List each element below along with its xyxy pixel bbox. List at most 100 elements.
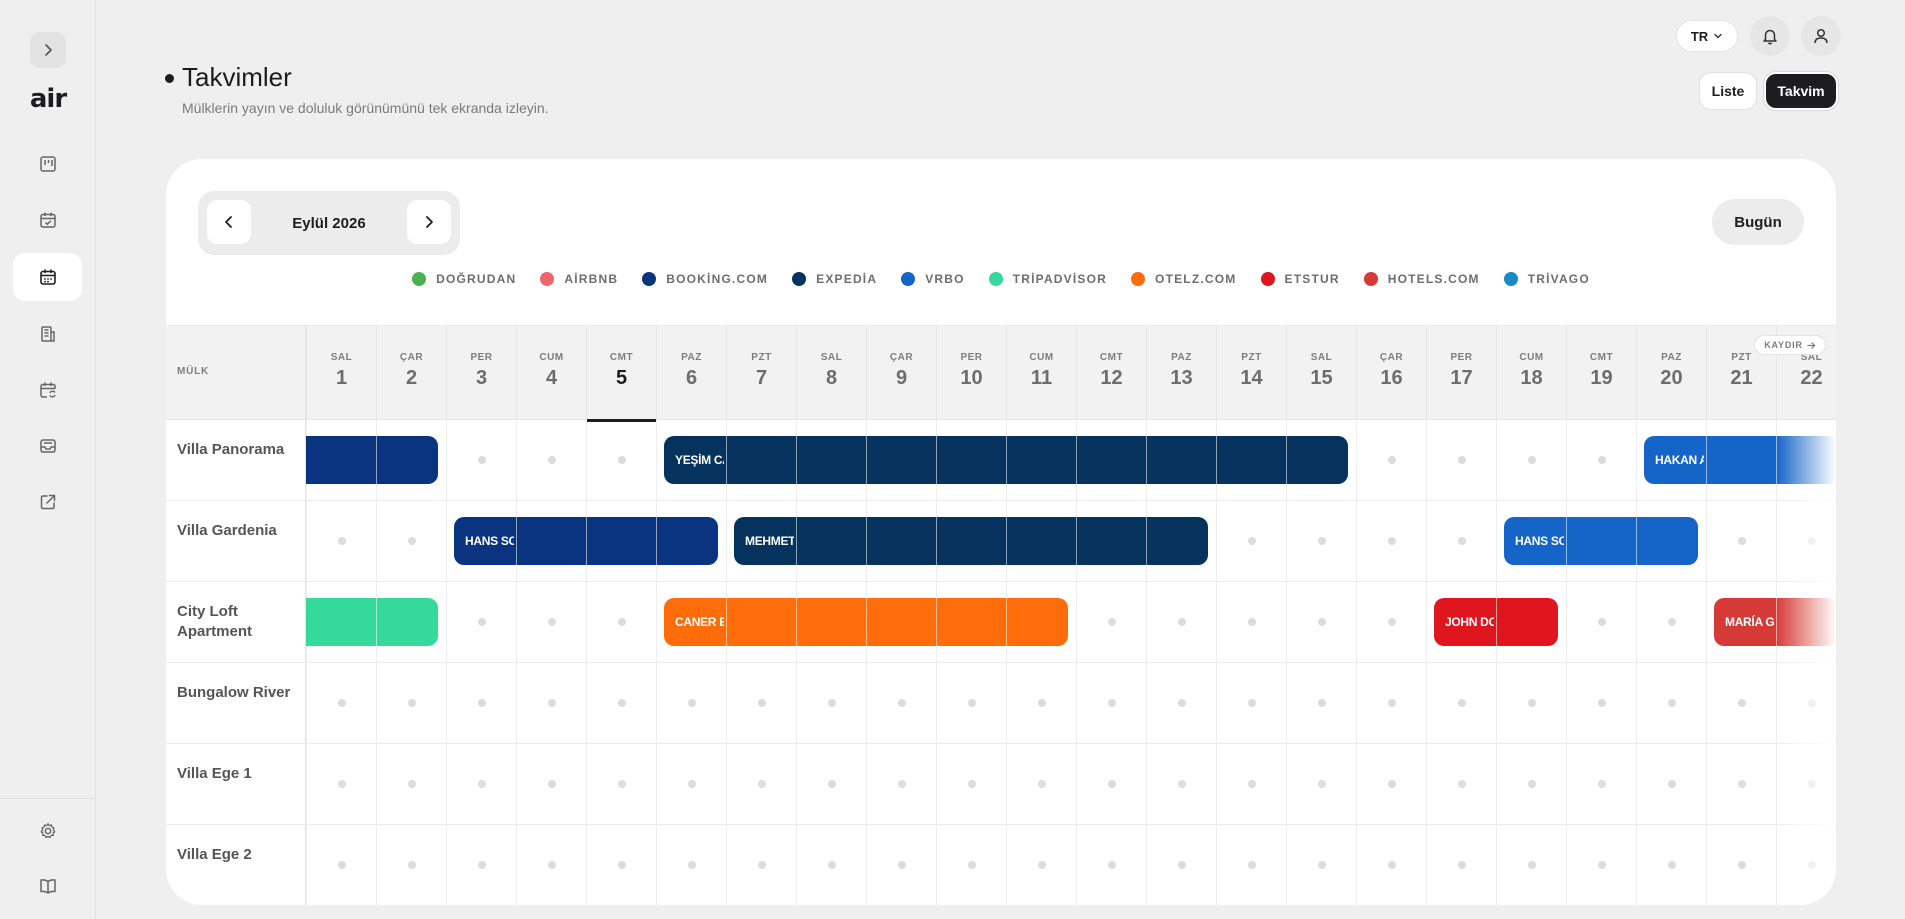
day-cell[interactable] (726, 663, 796, 744)
sidebar-toggle-button[interactable] (30, 32, 66, 68)
day-cell[interactable] (866, 663, 936, 744)
day-cell[interactable] (1006, 744, 1076, 825)
day-cell[interactable] (1076, 582, 1146, 663)
day-cell[interactable] (516, 420, 586, 501)
day-cell[interactable] (446, 744, 516, 825)
day-cell[interactable] (1566, 420, 1636, 501)
day-cell[interactable] (1076, 744, 1146, 825)
today-button[interactable]: Bugün (1712, 199, 1804, 245)
day-cell[interactable] (1426, 663, 1496, 744)
day-cell[interactable] (936, 825, 1006, 905)
day-cell[interactable] (1006, 825, 1076, 905)
day-cell[interactable] (1706, 501, 1776, 582)
day-cell[interactable] (376, 825, 446, 905)
booking-bar[interactable]: MARÍA G (1714, 598, 1836, 646)
day-cell[interactable] (1146, 582, 1216, 663)
day-cell[interactable] (1356, 744, 1426, 825)
day-cell[interactable] (446, 663, 516, 744)
day-cell[interactable] (1356, 420, 1426, 501)
day-cell[interactable] (1356, 582, 1426, 663)
day-cell[interactable] (1426, 825, 1496, 905)
day-cell[interactable] (796, 825, 866, 905)
day-cell[interactable] (1426, 420, 1496, 501)
day-cell[interactable] (586, 744, 656, 825)
property-name[interactable]: Villa Ege 2 (177, 845, 297, 865)
notifications-button[interactable] (1750, 16, 1790, 56)
sidebar-item-board[interactable] (13, 140, 82, 188)
day-cell[interactable] (1776, 663, 1836, 744)
day-cell[interactable] (1356, 663, 1426, 744)
booking-bar[interactable]: CANER EI (664, 598, 1068, 646)
day-cell[interactable] (306, 744, 376, 825)
booking-bar[interactable]: JOHN DO (1434, 598, 1558, 646)
booking-bar[interactable] (306, 598, 438, 646)
day-cell[interactable] (306, 663, 376, 744)
day-cell[interactable] (1286, 582, 1356, 663)
sidebar-item-docs[interactable] (13, 862, 82, 910)
day-cell[interactable] (1356, 825, 1426, 905)
day-cell[interactable] (1286, 663, 1356, 744)
day-cell[interactable] (446, 825, 516, 905)
sidebar-item-reservations[interactable] (13, 196, 82, 244)
day-cell[interactable] (1566, 825, 1636, 905)
language-selector[interactable]: TR (1676, 20, 1738, 52)
day-cell[interactable] (1566, 663, 1636, 744)
booking-bar[interactable] (306, 436, 438, 484)
day-cell[interactable] (1636, 582, 1706, 663)
day-cell[interactable] (1216, 582, 1286, 663)
day-cell[interactable] (1146, 825, 1216, 905)
booking-bar[interactable]: HAKAN A (1644, 436, 1836, 484)
sidebar-item-calendars[interactable] (13, 253, 82, 301)
sidebar-item-channels[interactable] (13, 478, 82, 526)
day-cell[interactable] (796, 744, 866, 825)
prev-month-button[interactable] (207, 200, 251, 244)
day-cell[interactable] (1636, 744, 1706, 825)
day-cell[interactable] (1216, 825, 1286, 905)
day-cell[interactable] (1636, 825, 1706, 905)
day-cell[interactable] (1286, 501, 1356, 582)
day-cell[interactable] (1216, 744, 1286, 825)
sidebar-item-inbox[interactable] (13, 422, 82, 470)
day-cell[interactable] (726, 825, 796, 905)
day-cell[interactable] (936, 744, 1006, 825)
day-cell[interactable] (726, 744, 796, 825)
day-cell[interactable] (1776, 744, 1836, 825)
day-cell[interactable] (516, 825, 586, 905)
day-cell[interactable] (516, 744, 586, 825)
day-cell[interactable] (1426, 744, 1496, 825)
day-cell[interactable] (1776, 825, 1836, 905)
day-cell[interactable] (1496, 663, 1566, 744)
day-cell[interactable] (1146, 744, 1216, 825)
day-cell[interactable] (306, 501, 376, 582)
day-cell[interactable] (1216, 501, 1286, 582)
day-cell[interactable] (1636, 663, 1706, 744)
profile-button[interactable] (1801, 16, 1841, 56)
day-cell[interactable] (1776, 501, 1836, 582)
sidebar-item-settings[interactable] (13, 807, 82, 855)
next-month-button[interactable] (407, 200, 451, 244)
day-cell[interactable] (866, 744, 936, 825)
day-cell[interactable] (1496, 420, 1566, 501)
day-cell[interactable] (586, 825, 656, 905)
day-cell[interactable] (1076, 663, 1146, 744)
calendar-view-button[interactable]: Takvim (1764, 72, 1838, 110)
day-cell[interactable] (516, 663, 586, 744)
day-cell[interactable] (376, 744, 446, 825)
list-view-button[interactable]: Liste (1699, 72, 1757, 110)
day-cell[interactable] (1566, 744, 1636, 825)
day-cell[interactable] (586, 420, 656, 501)
booking-bar[interactable]: HANS SC (454, 517, 718, 565)
day-cell[interactable] (1426, 501, 1496, 582)
day-cell[interactable] (1286, 744, 1356, 825)
app-logo[interactable]: air (30, 84, 67, 114)
day-cell[interactable] (1216, 663, 1286, 744)
day-cell[interactable] (446, 582, 516, 663)
day-cell[interactable] (936, 663, 1006, 744)
day-cell[interactable] (1496, 825, 1566, 905)
day-cell[interactable] (1076, 825, 1146, 905)
booking-bar[interactable]: YEŞİM CA (664, 436, 1348, 484)
day-cell[interactable] (1706, 663, 1776, 744)
day-cell[interactable] (376, 501, 446, 582)
day-cell[interactable] (1286, 825, 1356, 905)
booking-bar[interactable]: HANS SC (1504, 517, 1698, 565)
